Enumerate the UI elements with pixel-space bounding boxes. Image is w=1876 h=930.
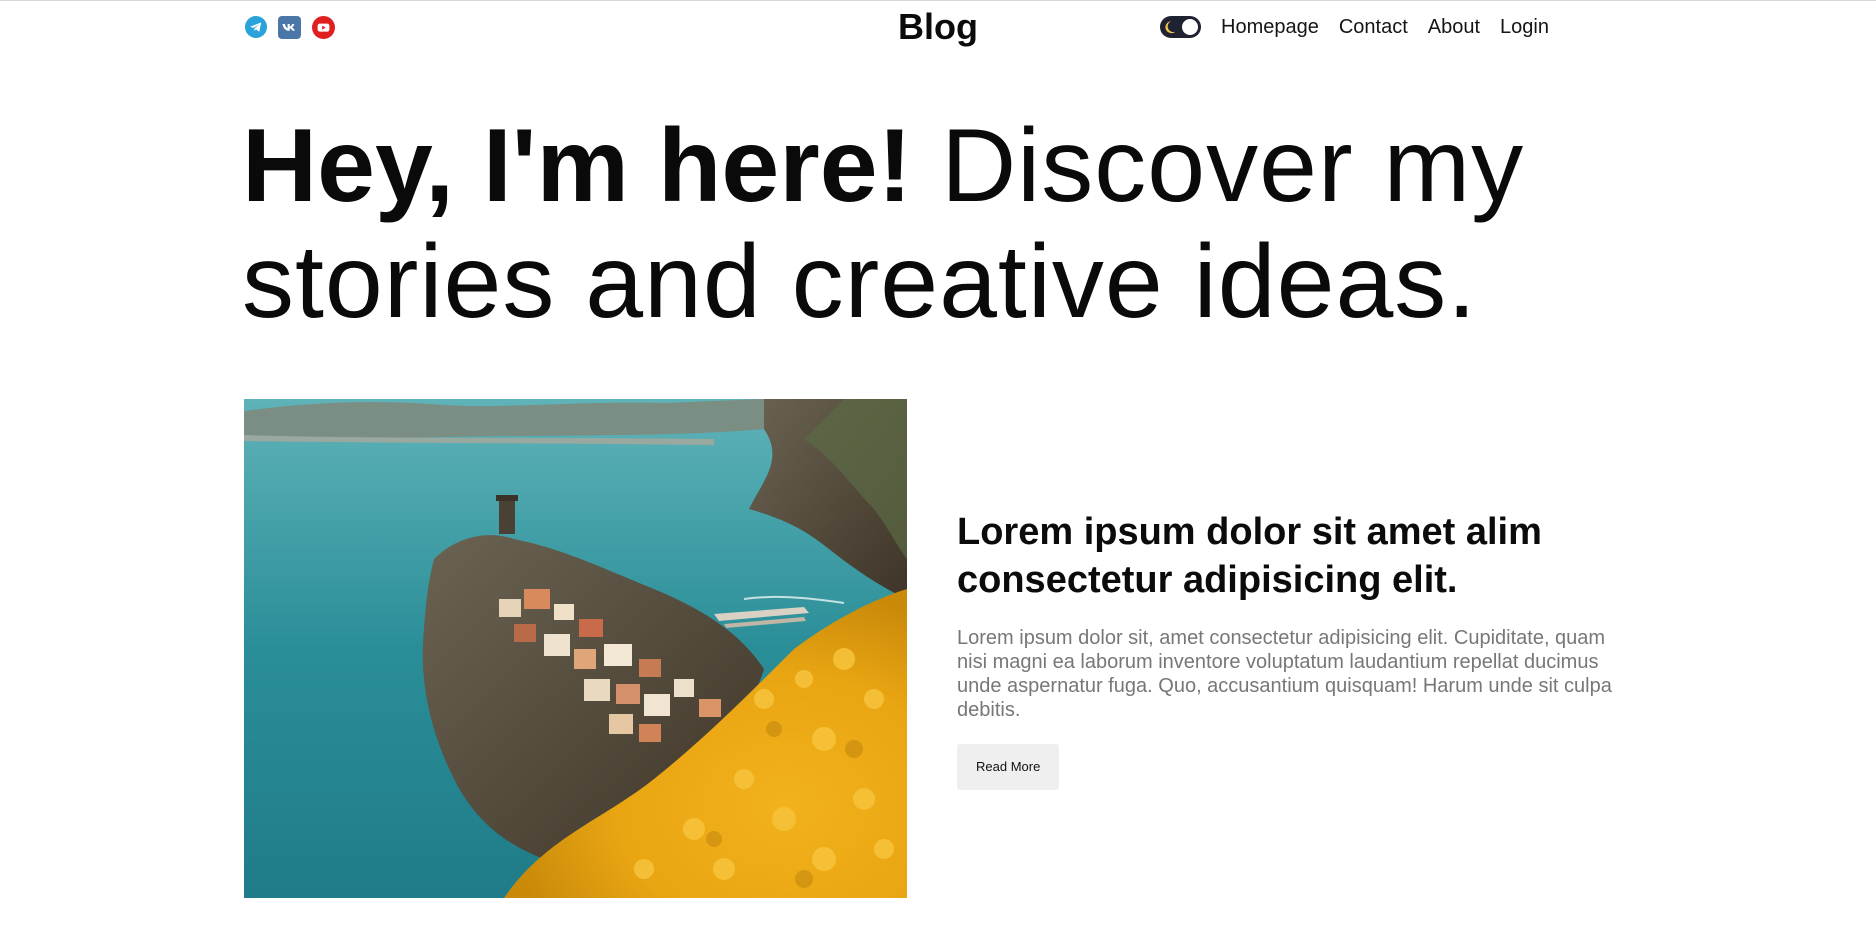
- post-excerpt: Lorem ipsum dolor sit, amet consectetur …: [957, 627, 1612, 721]
- nav-homepage[interactable]: Homepage: [1221, 12, 1319, 42]
- featured-post-image[interactable]: [244, 399, 907, 898]
- main-nav: Homepage Contact About Login: [1160, 12, 1549, 42]
- toggle-knob: [1182, 19, 1198, 35]
- nav-login[interactable]: Login: [1500, 12, 1549, 42]
- theme-toggle[interactable]: [1160, 16, 1201, 38]
- featured-post: Lorem ipsum dolor sit amet alim consecte…: [957, 508, 1617, 790]
- youtube-icon[interactable]: [312, 15, 335, 39]
- hero-heading-bold: Hey, I'm here!: [242, 108, 913, 224]
- hero-heading: Hey, I'm here! Discover my stories and c…: [242, 108, 1662, 340]
- social-links: [244, 14, 335, 40]
- site-header: Blog Homepage Contact About Login: [0, 0, 1876, 54]
- moon-icon: [1165, 21, 1176, 34]
- post-title[interactable]: Lorem ipsum dolor sit amet alim consecte…: [957, 508, 1617, 604]
- nav-about[interactable]: About: [1428, 12, 1480, 42]
- brand-title[interactable]: Blog: [898, 6, 978, 47]
- telegram-icon[interactable]: [244, 16, 267, 39]
- vk-icon[interactable]: [278, 15, 301, 39]
- nav-contact[interactable]: Contact: [1339, 12, 1408, 42]
- read-more-button[interactable]: Read More: [957, 744, 1060, 790]
